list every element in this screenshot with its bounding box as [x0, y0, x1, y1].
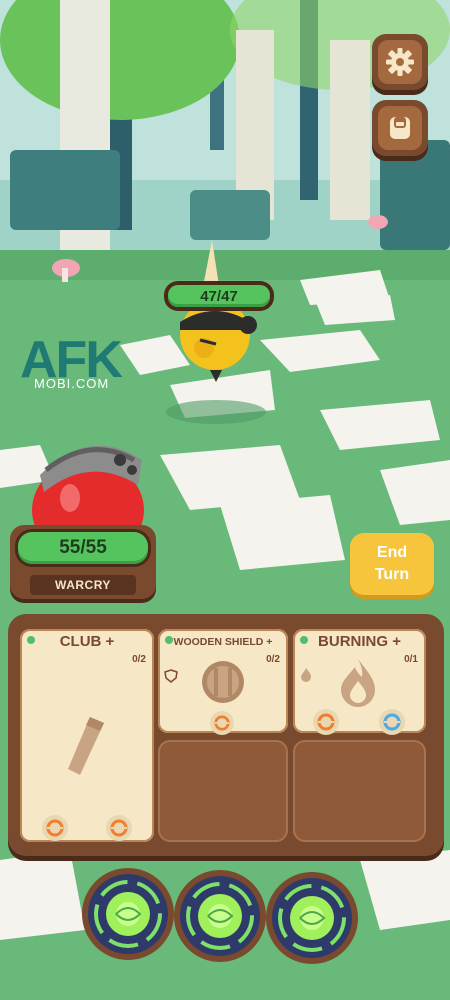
end-turn-line2: Turn — [374, 566, 410, 583]
energy-portal-2[interactable] — [172, 868, 268, 964]
inventory-button[interactable] — [372, 100, 428, 156]
slot-orange — [42, 815, 68, 841]
flame-icon — [341, 659, 375, 707]
cycle-icon — [214, 715, 230, 731]
card-count: 0/2 — [266, 654, 280, 665]
card-count: 0/2 — [132, 654, 146, 665]
empty-card-slot — [158, 740, 288, 842]
energy-portal-3[interactable] — [264, 870, 360, 966]
card-count: 0/1 — [404, 654, 418, 665]
shield-icon — [202, 661, 244, 703]
player-hp-text: 55/55 — [18, 532, 148, 564]
cycle-icon — [317, 713, 335, 731]
end-turn-button[interactable]: End Turn — [350, 533, 434, 595]
fire-type-icon — [301, 668, 311, 682]
shield-type-icon — [164, 669, 178, 683]
player-character — [32, 445, 144, 540]
cycle-icon — [46, 819, 64, 837]
end-turn-line1: End — [376, 544, 408, 561]
card-wooden-shield[interactable]: WOODEN SHIELD + 0/2 — [158, 629, 288, 735]
enemy-hp-text: 47/47 — [168, 285, 270, 307]
card-title: WOODEN SHIELD + — [173, 636, 273, 648]
energy-portal-1[interactable] — [80, 866, 176, 962]
player-status-label: WARCRY — [30, 575, 136, 595]
club-icon — [68, 717, 104, 775]
backpack-icon — [390, 117, 410, 139]
slot-orange — [313, 709, 339, 735]
card-title: BURNING + — [318, 633, 401, 650]
cycle-icon — [383, 713, 401, 731]
enemy-hp-bar: 47/47 — [164, 281, 274, 311]
slot-orange — [106, 815, 132, 841]
card-burning[interactable]: BURNING + 0/1 — [293, 629, 426, 735]
slot-orange — [210, 711, 234, 735]
card-title: CLUB + — [59, 633, 115, 650]
slot-blue — [379, 709, 405, 735]
card-club[interactable]: CLUB + 0/2 — [20, 629, 154, 842]
empty-card-slot — [293, 740, 426, 842]
gear-icon — [386, 48, 414, 76]
settings-button[interactable] — [372, 34, 428, 90]
cycle-icon — [110, 819, 128, 837]
watermark-site: MOBI.COM — [34, 376, 110, 391]
